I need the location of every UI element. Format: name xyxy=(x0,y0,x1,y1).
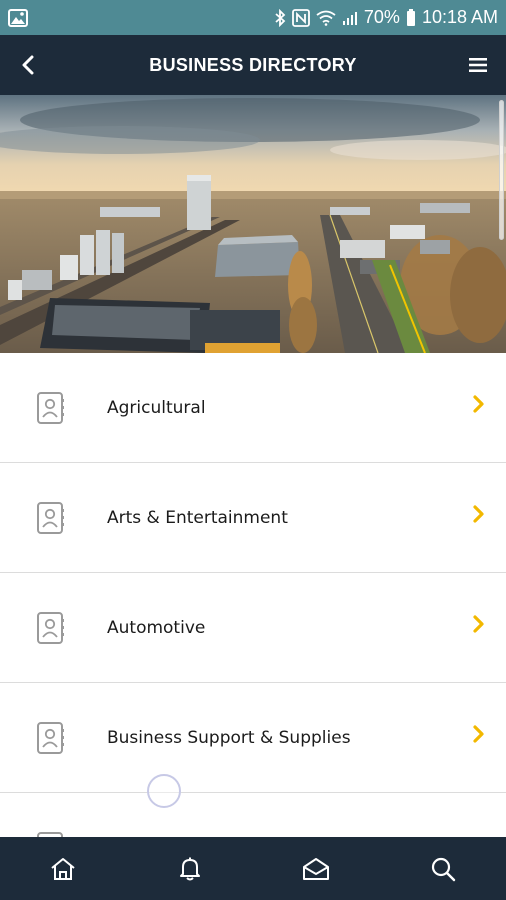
list-item-arts-entertainment[interactable]: Arts & Entertainment xyxy=(0,463,506,573)
nav-notifications-button[interactable] xyxy=(172,851,208,887)
category-list: Agricultural Arts & Entertainment Automo… xyxy=(0,353,506,838)
list-item-business-support-supplies[interactable]: Business Support & Supplies xyxy=(0,683,506,793)
bluetooth-icon xyxy=(274,8,286,27)
chevron-right-icon xyxy=(473,615,484,633)
battery-icon xyxy=(406,8,416,27)
battery-percent: 70% xyxy=(363,7,400,27)
bottom-nav xyxy=(0,837,506,900)
list-item-label: Automotive xyxy=(107,618,206,638)
contact-book-icon xyxy=(37,722,64,754)
home-icon xyxy=(51,857,75,880)
touch-indicator xyxy=(147,774,181,808)
signal-icon xyxy=(342,10,358,26)
contact-book-icon xyxy=(37,502,64,534)
chevron-right-icon xyxy=(473,505,484,523)
contact-book-icon xyxy=(37,392,64,424)
list-item-label: Arts & Entertainment xyxy=(107,508,288,528)
hamburger-menu-icon xyxy=(469,58,487,72)
chevron-right-icon xyxy=(473,725,484,743)
list-item-label: Business Support & Supplies xyxy=(107,728,351,748)
envelope-open-icon xyxy=(303,857,330,880)
nfc-icon xyxy=(292,8,310,27)
chevron-left-icon xyxy=(22,55,34,75)
nav-search-button[interactable] xyxy=(425,851,461,887)
hero-image xyxy=(0,95,506,353)
scrollbar[interactable] xyxy=(499,100,504,240)
bell-icon xyxy=(179,857,200,880)
status-bar: 70% 10:18 AM xyxy=(0,0,506,35)
nav-messages-button[interactable] xyxy=(298,851,334,887)
menu-button[interactable] xyxy=(464,51,492,79)
chevron-right-icon xyxy=(473,395,484,413)
app-header: BUSINESS DIRECTORY xyxy=(0,35,506,95)
list-item-label: Agricultural xyxy=(107,398,206,418)
list-item-automotive[interactable]: Automotive xyxy=(0,573,506,683)
clock: 10:18 AM xyxy=(421,7,498,27)
search-icon xyxy=(431,857,455,881)
contact-book-icon xyxy=(37,612,64,644)
page-title: BUSINESS DIRECTORY xyxy=(149,54,357,75)
list-item-agricultural[interactable]: Agricultural xyxy=(0,353,506,463)
back-button[interactable] xyxy=(14,51,42,79)
list-item-partial[interactable] xyxy=(0,793,506,838)
wifi-icon xyxy=(316,10,336,26)
nav-home-button[interactable] xyxy=(45,851,81,887)
image-icon xyxy=(8,8,28,27)
